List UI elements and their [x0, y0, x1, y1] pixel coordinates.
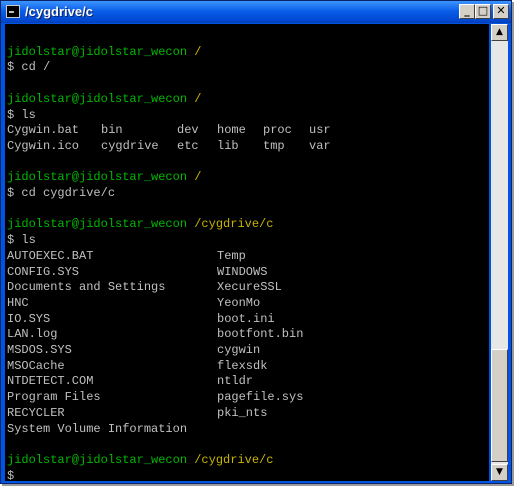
ls-entry: usr: [309, 123, 331, 138]
vertical-scrollbar[interactable]: ▲ ▼: [491, 24, 508, 481]
prompt-user-host: jidolstar@jidolstar_wecon: [7, 91, 188, 106]
command-line: $: [7, 469, 22, 481]
ls-row: CONFIG.SYS WINDOWS: [7, 264, 267, 280]
ls-entry: XecureSSL: [217, 280, 282, 295]
prompt-line: jidolstar@jidolstar_wecon /: [7, 92, 201, 107]
prompt-line: jidolstar@jidolstar_wecon /: [7, 170, 201, 185]
prompt-path: /: [194, 44, 202, 59]
ls-entry: Cygwin.bat: [7, 123, 80, 138]
minimize-button[interactable]: _: [459, 4, 475, 19]
ls-row: NTDETECT.COM ntldr: [7, 374, 253, 389]
scroll-down-button[interactable]: ▼: [491, 464, 508, 481]
ls-entry: HNC: [7, 295, 29, 310]
ls-entry: Temp: [217, 248, 246, 263]
ls-entry: lib: [217, 138, 239, 153]
ls-row: LAN.log bootfont.bin: [7, 327, 303, 342]
ls-entry: cygwin: [217, 343, 261, 357]
terminal-icon: [6, 5, 20, 18]
prompt-path: /cygdrive/c: [194, 217, 274, 232]
ls-entry: ntldr: [217, 374, 254, 389]
prompt-line: jidolstar@jidolstar_wecon /cygdrive/c: [7, 453, 273, 468]
command-line: $ cd cygdrive/c: [7, 186, 115, 201]
ls-entry: tmp: [263, 138, 285, 153]
command-line: $ ls: [7, 233, 36, 248]
close-button[interactable]: ✕: [493, 4, 509, 19]
ls-entry: boot.ini: [217, 311, 275, 326]
scroll-up-button[interactable]: ▲: [491, 24, 508, 41]
ls-entry: YeonMo: [217, 295, 261, 310]
ls-entry: proc: [263, 123, 292, 138]
ls-row: HNC YeonMo: [7, 295, 260, 311]
prompt-user-host: jidolstar@jidolstar_wecon: [7, 170, 188, 185]
ls-entry: Program Files: [7, 390, 101, 405]
ls-entry: etc: [177, 138, 199, 153]
prompt-path: /: [194, 170, 202, 185]
command-text: $ cd /: [7, 60, 51, 75]
command-text: $: [7, 468, 15, 481]
maximize-button[interactable]: □: [475, 4, 491, 19]
ls-row: Documents and Settings XecureSSL: [7, 280, 282, 295]
ls-entry: MSDOS.SYS: [7, 343, 72, 357]
ls-row: MSOCache flexsdk: [7, 358, 267, 374]
ls-entry: LAN.log: [7, 327, 58, 342]
ls-entry: home: [217, 123, 246, 138]
ls-entry: pki_nts: [217, 405, 268, 420]
ls-entry: WINDOWS: [217, 264, 268, 279]
ls-entry: MSOCache: [7, 358, 65, 373]
ls-entry: flexsdk: [217, 358, 268, 373]
command-text: $ ls: [7, 107, 36, 122]
prompt-user-host: jidolstar@jidolstar_wecon: [7, 217, 188, 232]
ls-entry: Cygwin.ico: [7, 138, 80, 153]
prompt-path: /: [194, 91, 202, 106]
ls-row: AUTOEXEC.BAT Temp: [7, 248, 246, 264]
ls-entry: dev: [177, 123, 199, 138]
ls-row: RECYCLER pki_nts: [7, 405, 267, 421]
scroll-thumb[interactable]: [491, 349, 508, 462]
ls-row: Program Files pagefile.sys: [7, 390, 303, 405]
ls-entry: AUTOEXEC.BAT: [7, 248, 94, 263]
ls-entry: bootfont.bin: [217, 327, 304, 342]
ls-entry: cygdrive: [101, 138, 159, 153]
ls-entry: System Volume Information: [7, 421, 188, 436]
ls-entry: IO.SYS: [7, 311, 51, 326]
title-bar[interactable]: /cygdrive/c _ □ ✕: [1, 1, 511, 23]
ls-entry: bin: [101, 123, 123, 138]
ls-entry: RECYCLER: [7, 405, 65, 420]
ls-entry: Documents and Settings: [7, 280, 166, 295]
command-text: $ cd cygdrive/c: [7, 186, 116, 200]
ls-entry: pagefile.sys: [217, 390, 304, 405]
ls-entry: CONFIG.SYS: [7, 264, 80, 279]
prompt-user-host: jidolstar@jidolstar_wecon: [7, 44, 188, 59]
ls-row: MSDOS.SYS cygwin: [7, 343, 260, 358]
prompt-user-host: jidolstar@jidolstar_wecon: [7, 452, 188, 467]
terminal-window: /cygdrive/c _ □ ✕ jidolstar@jidolstar_we…: [0, 0, 512, 484]
command-text: $ ls: [7, 233, 36, 248]
ls-entry: NTDETECT.COM: [7, 374, 94, 389]
window-title: /cygdrive/c: [25, 4, 93, 19]
command-line: $ cd /: [7, 60, 50, 75]
ls-entry: var: [309, 138, 331, 153]
command-line: $ ls: [7, 108, 36, 123]
prompt-path: /cygdrive/c: [194, 452, 274, 467]
ls-row: IO.SYS boot.ini: [7, 311, 275, 327]
terminal-output[interactable]: jidolstar@jidolstar_wecon / $ cd / jidolst…: [5, 24, 489, 481]
prompt-line: jidolstar@jidolstar_wecon /: [7, 45, 201, 60]
ls-row: System Volume Information: [7, 422, 187, 437]
prompt-line: jidolstar@jidolstar_wecon /cygdrive/c: [7, 217, 273, 232]
